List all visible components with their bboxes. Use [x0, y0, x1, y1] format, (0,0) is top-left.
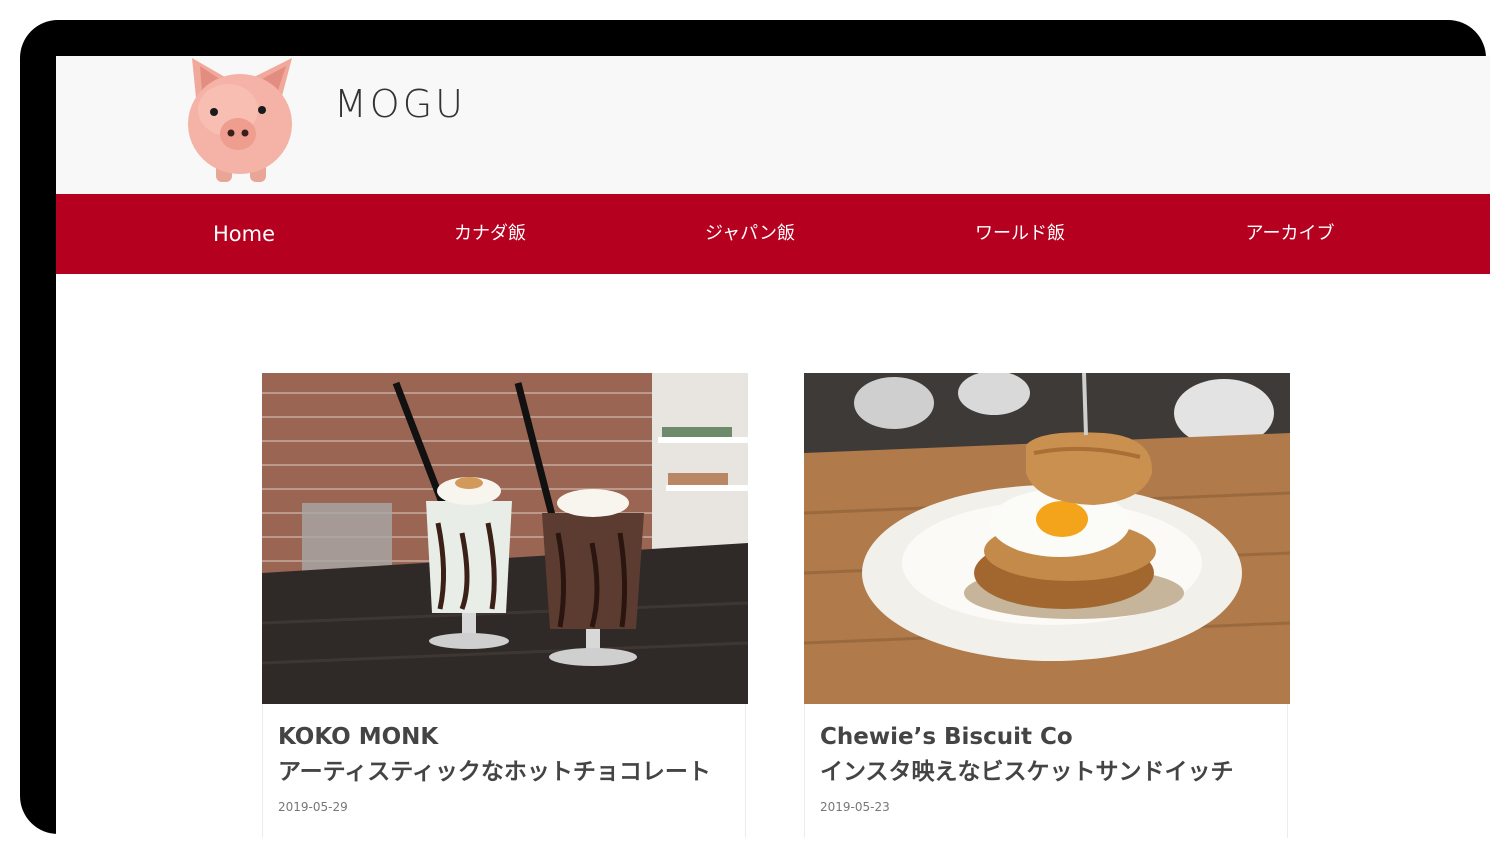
post-date: 2019-05-29 [278, 800, 348, 814]
post-title-line2: アーティスティックなホットチョコレート [278, 759, 711, 785]
pig-logo-icon[interactable] [178, 56, 302, 186]
main-navigation: Home カナダ飯 ジャパン飯 ワールド飯 アーカイブ [56, 194, 1490, 274]
post-title[interactable]: Chewie’s Biscuit Co インスタ映えなビスケットサンドイッチ [820, 720, 1280, 790]
site-title[interactable]: MOGU [334, 82, 466, 126]
post-title[interactable]: KOKO MONK アーティスティックなホットチョコレート [278, 720, 738, 790]
post-title-line1: KOKO MONK [278, 724, 439, 750]
site-header: MOGU [56, 56, 1490, 194]
post-title-line1: Chewie’s Biscuit Co [820, 724, 1073, 750]
nav-item-japan[interactable]: ジャパン飯 [688, 194, 812, 274]
post-thumbnail-chocolate-drinks[interactable] [262, 373, 748, 704]
device-frame: MOGU Home カナダ飯 ジャパン飯 ワールド飯 アーカイブ KOKO MO… [20, 20, 1490, 838]
post-title-line2: インスタ映えなビスケットサンドイッチ [820, 759, 1234, 785]
nav-item-canada[interactable]: カナダ飯 [428, 194, 552, 274]
browser-viewport: MOGU Home カナダ飯 ジャパン飯 ワールド飯 アーカイブ KOKO MO… [56, 56, 1490, 838]
post-card[interactable]: KOKO MONK アーティスティックなホットチョコレート 2019-05-29 [262, 373, 748, 838]
post-card[interactable]: Chewie’s Biscuit Co インスタ映えなビスケットサンドイッチ 2… [804, 373, 1290, 838]
nav-item-world[interactable]: ワールド飯 [958, 194, 1082, 274]
post-date: 2019-05-23 [820, 800, 890, 814]
nav-item-archive[interactable]: アーカイブ [1228, 194, 1352, 274]
nav-item-home[interactable]: Home [184, 194, 304, 274]
post-thumbnail-biscuit-sandwich[interactable] [804, 373, 1290, 704]
